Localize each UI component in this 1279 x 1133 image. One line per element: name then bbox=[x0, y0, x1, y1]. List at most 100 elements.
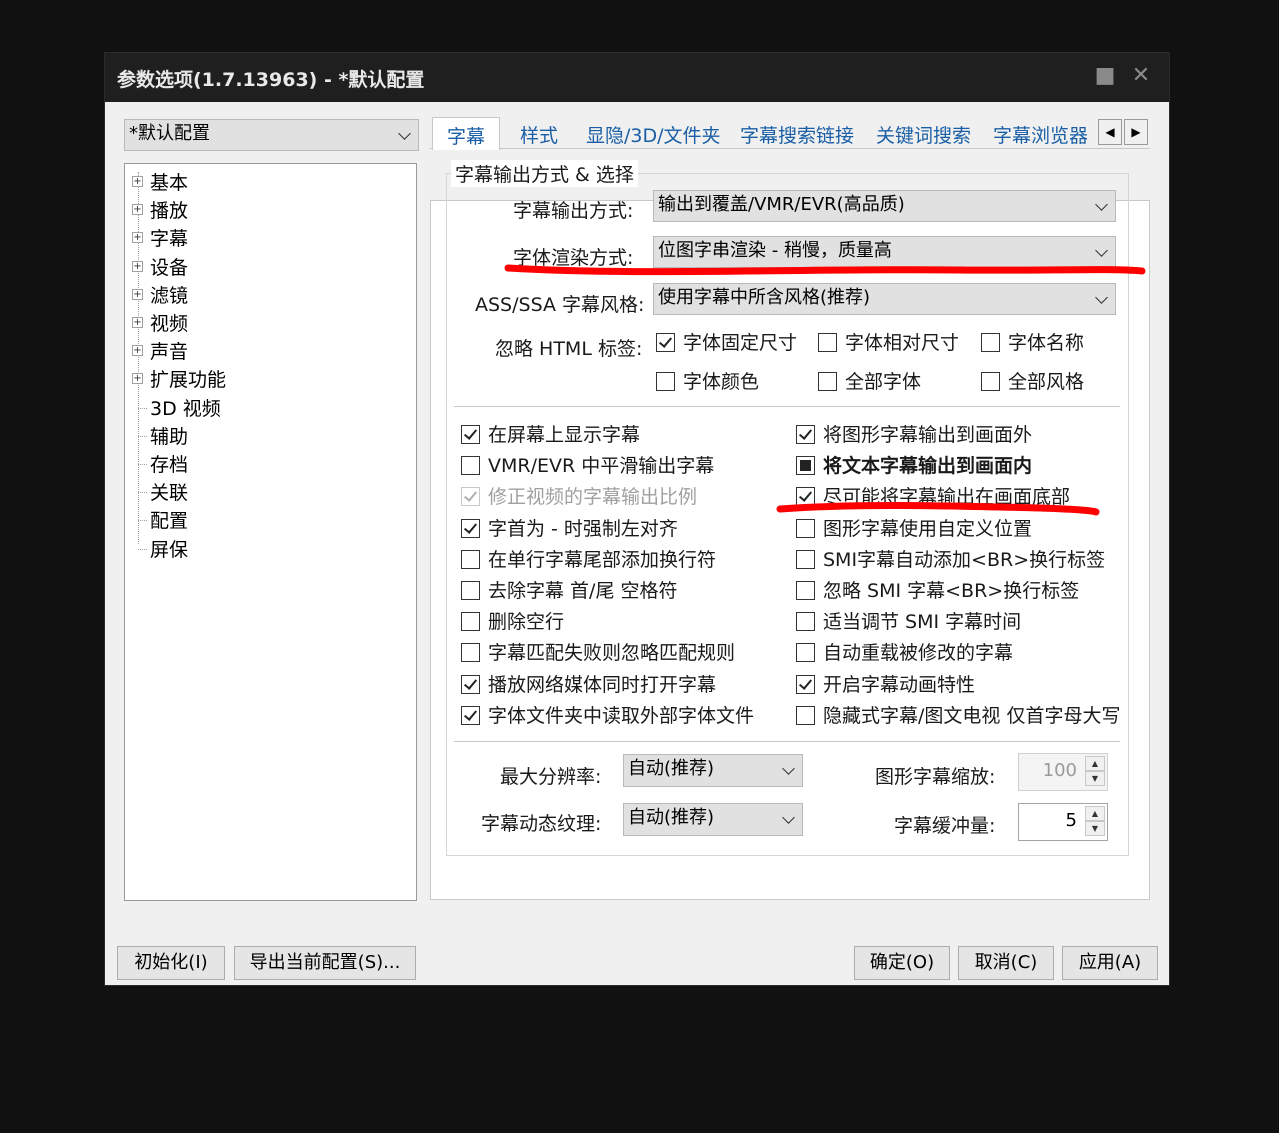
option-checkbox-right[interactable]: 隐藏式字幕/图文电视 仅首字母大写 bbox=[796, 705, 1120, 727]
checkbox-box bbox=[796, 456, 815, 476]
option-checkbox-right[interactable]: 适当调节 SMI 字幕时间 bbox=[796, 611, 1021, 633]
tree-item[interactable]: 播放 bbox=[150, 196, 188, 223]
checkbox-label: 字体固定尺寸 bbox=[683, 332, 798, 354]
tree-branch-line bbox=[138, 492, 147, 494]
option-checkbox-right[interactable]: 图形字幕使用自定义位置 bbox=[796, 518, 1032, 540]
checkbox-label: 自动重载被修改的字幕 bbox=[823, 642, 1014, 665]
checkbox-label: 字体名称 bbox=[1008, 332, 1085, 354]
tree-item[interactable]: 配置 bbox=[150, 506, 188, 533]
tab-0[interactable]: 字幕 bbox=[432, 117, 501, 150]
tree-item[interactable]: 3D 视频 bbox=[150, 394, 221, 421]
pin-icon[interactable]: ■ bbox=[1093, 63, 1117, 89]
init-button[interactable]: 初始化(I) bbox=[117, 946, 225, 980]
expand-icon[interactable]: + bbox=[132, 232, 143, 244]
scale-label: 图形字幕缩放: bbox=[875, 766, 996, 788]
option-checkbox-left[interactable]: 在单行字幕尾部添加换行符 bbox=[461, 549, 716, 571]
spin-up-icon[interactable]: ▲ bbox=[1085, 806, 1105, 821]
option-checkbox-left[interactable]: 删除空行 bbox=[461, 611, 564, 633]
tree-item[interactable]: 视频 bbox=[150, 309, 188, 336]
export-config-button[interactable]: 导出当前配置(S)... bbox=[234, 946, 416, 980]
tree-item[interactable]: 辅助 bbox=[150, 422, 188, 449]
tree-item[interactable]: 字幕 bbox=[150, 224, 188, 251]
checkbox-label: 将图形字幕输出到画面外 bbox=[823, 424, 1033, 446]
max-res-select[interactable]: 自动(推荐) bbox=[623, 754, 803, 787]
scale-spinbox[interactable]: 100 ▲ ▼ bbox=[1018, 753, 1108, 791]
option-checkbox-right[interactable]: 忽略 SMI 字幕<BR>换行标签 bbox=[796, 580, 1079, 602]
title-bar: 参数选项(1.7.13963) - *默认配置 ■ ✕ bbox=[105, 53, 1169, 102]
profile-select[interactable]: *默认配置 bbox=[124, 119, 419, 151]
ignore-html-checkbox[interactable]: 字体固定尺寸 bbox=[656, 332, 797, 354]
tree-branch-line bbox=[138, 407, 147, 409]
font-render-select[interactable]: 位图字串渲染 - 稍慢，质量高 bbox=[653, 236, 1116, 268]
checkbox-box bbox=[461, 487, 480, 507]
tab-5[interactable]: 字幕浏览器 bbox=[993, 121, 1088, 148]
ignore-html-checkbox[interactable]: 全部字体 bbox=[818, 371, 921, 393]
tree-item[interactable]: 滤镜 bbox=[150, 281, 188, 308]
checkbox-box bbox=[796, 612, 815, 632]
expand-icon[interactable]: + bbox=[132, 288, 143, 300]
tab-4[interactable]: 关键词搜索 bbox=[876, 121, 971, 148]
ignore-html-checkbox[interactable]: 字体相对尺寸 bbox=[818, 332, 959, 354]
checkbox-label: 去除字幕 首/尾 空格符 bbox=[488, 580, 678, 602]
checkbox-label: 图形字幕使用自定义位置 bbox=[823, 517, 1033, 540]
spin-up-icon[interactable]: ▲ bbox=[1085, 756, 1105, 771]
category-tree[interactable]: + 基本 + 播放 + 字幕 + 设备 + 滤镜 + 视频 + 声音 + 扩展功能 3D 视频 辅助 存档 关联 配置屏… bbox=[124, 163, 417, 901]
checkbox-box bbox=[796, 549, 815, 569]
output-mode-select[interactable]: 输出到覆盖/VMR/EVR(高品质) bbox=[653, 190, 1116, 222]
ignore-html-checkbox[interactable]: 全部风格 bbox=[981, 371, 1084, 393]
tab-2[interactable]: 显隐/3D/文件夹 bbox=[586, 121, 721, 148]
profile-select-value: *默认配置 bbox=[129, 123, 210, 144]
chevron-down-icon bbox=[1095, 244, 1108, 257]
checkbox-label: 开启字幕动画特性 bbox=[823, 673, 976, 696]
option-checkbox-left[interactable]: 字体文件夹中读取外部字体文件 bbox=[461, 705, 754, 727]
tab-scroll-right[interactable]: ▶ bbox=[1124, 119, 1148, 145]
spin-down-icon[interactable]: ▼ bbox=[1085, 821, 1105, 836]
expand-icon[interactable]: + bbox=[132, 317, 143, 328]
chevron-down-icon bbox=[398, 127, 411, 140]
checkbox-label: 修正视频的字幕输出比例 bbox=[488, 486, 698, 509]
tab-scroll-left[interactable]: ◀ bbox=[1098, 119, 1122, 145]
ignore-html-checkbox[interactable]: 字体颜色 bbox=[656, 371, 759, 393]
option-checkbox-right[interactable]: 开启字幕动画特性 bbox=[796, 674, 975, 696]
option-checkbox-right[interactable]: 尽可能将字幕输出在画面底部 bbox=[796, 486, 1070, 508]
cancel-button[interactable]: 取消(C) bbox=[958, 946, 1054, 980]
texture-select[interactable]: 自动(推荐) bbox=[623, 803, 803, 836]
option-checkbox-right[interactable]: SMI字幕自动添加<BR>换行标签 bbox=[796, 549, 1105, 571]
ass-style-label: ASS/SSA 字幕风格: bbox=[475, 294, 645, 316]
expand-icon[interactable]: + bbox=[132, 345, 143, 357]
tree-item[interactable]: 设备 bbox=[150, 253, 188, 280]
tree-item[interactable]: 屏保 bbox=[150, 535, 188, 562]
buffer-spinbox[interactable]: 5 ▲ ▼ bbox=[1018, 803, 1108, 841]
option-checkbox-right[interactable]: 将文本字幕输出到画面内 bbox=[796, 455, 1032, 477]
ass-style-select[interactable]: 使用字幕中所含风格(推荐) bbox=[653, 283, 1116, 315]
ignore-html-checkbox[interactable]: 字体名称 bbox=[981, 332, 1084, 354]
checkbox-box bbox=[818, 372, 837, 391]
tree-item[interactable]: 关联 bbox=[150, 478, 188, 505]
checkbox-box bbox=[818, 333, 837, 352]
option-checkbox-left[interactable]: 字首为 - 时强制左对齐 bbox=[461, 518, 678, 540]
expand-icon[interactable]: + bbox=[132, 204, 143, 216]
tab-3[interactable]: 字幕搜索链接 bbox=[740, 121, 854, 148]
option-checkbox-left[interactable]: 播放网络媒体同时打开字幕 bbox=[461, 674, 716, 696]
checkbox-box bbox=[656, 372, 675, 391]
option-checkbox-left[interactable]: VMR/EVR 中平滑输出字幕 bbox=[461, 455, 714, 477]
tree-item[interactable]: 扩展功能 bbox=[150, 365, 226, 392]
option-checkbox-left[interactable]: 字幕匹配失败则忽略匹配规则 bbox=[461, 642, 735, 664]
tree-item[interactable]: 基本 bbox=[150, 168, 188, 195]
expand-icon[interactable]: + bbox=[132, 176, 143, 187]
tab-1[interactable]: 样式 bbox=[520, 121, 558, 148]
apply-button[interactable]: 应用(A) bbox=[1062, 946, 1158, 980]
ok-button[interactable]: 确定(O) bbox=[854, 946, 950, 980]
expand-icon[interactable]: + bbox=[132, 260, 143, 272]
arrow-left-icon: ◀ bbox=[1105, 125, 1115, 139]
option-checkbox-left[interactable]: 在屏幕上显示字幕 bbox=[461, 424, 640, 446]
expand-icon[interactable]: + bbox=[132, 373, 143, 385]
checkbox-label: 字首为 - 时强制左对齐 bbox=[488, 517, 678, 540]
option-checkbox-left[interactable]: 去除字幕 首/尾 空格符 bbox=[461, 580, 677, 602]
option-checkbox-right[interactable]: 将图形字幕输出到画面外 bbox=[796, 424, 1032, 446]
tree-item[interactable]: 存档 bbox=[150, 450, 188, 477]
tree-item[interactable]: 声音 bbox=[150, 337, 188, 364]
option-checkbox-right[interactable]: 自动重载被修改的字幕 bbox=[796, 642, 1013, 664]
spin-down-icon[interactable]: ▼ bbox=[1085, 771, 1105, 786]
close-icon[interactable]: ✕ bbox=[1129, 63, 1153, 89]
